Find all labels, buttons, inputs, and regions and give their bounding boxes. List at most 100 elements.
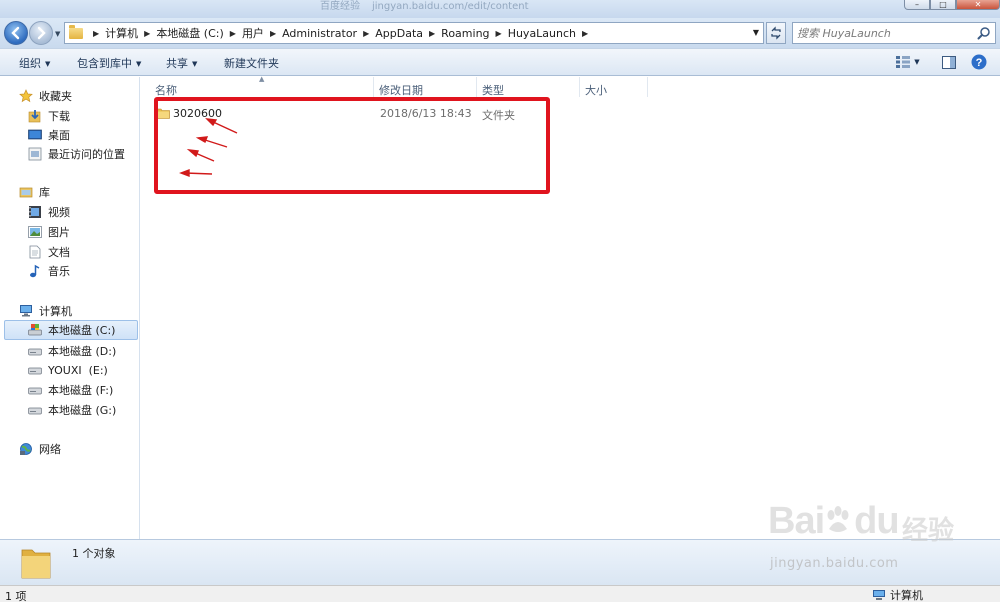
folder-icon	[69, 24, 83, 39]
nav-item-music[interactable]: 音乐	[28, 261, 70, 281]
breadcrumb-chevron-icon[interactable]: ▶	[576, 29, 594, 38]
chevron-down-icon: ▼	[136, 60, 142, 68]
nav-item-drive-e[interactable]: YOUXI (E:)	[28, 360, 108, 380]
address-bar[interactable]: ▶ 计算机 ▶ 本地磁盘 (C:) ▶ 用户 ▶ Administrator ▶…	[64, 22, 764, 44]
breadcrumb-chevron-icon[interactable]: ▶	[490, 29, 508, 38]
breadcrumb-chevron-icon[interactable]: ▶	[224, 29, 242, 38]
column-header-size[interactable]: 大小	[585, 82, 607, 98]
close-button[interactable]: ✕	[956, 0, 1000, 10]
navigation-pane: 收藏夹 下载 桌面 最近访问的位置 库 视频 图片 文档 音乐 计算机 本地磁盘…	[0, 77, 140, 539]
nav-favorites-label: 收藏夹	[39, 90, 72, 103]
breadcrumb-chevron-icon[interactable]: ▶	[87, 29, 105, 38]
chevron-down-icon: ▼	[192, 60, 198, 68]
column-divider[interactable]	[579, 77, 580, 97]
nav-item-drive-c-label: 本地磁盘 (C:)	[48, 324, 116, 337]
chevron-down-icon: ▼	[914, 58, 920, 66]
column-header-modified[interactable]: 修改日期	[379, 82, 423, 98]
nav-computer[interactable]: 计算机	[19, 301, 72, 321]
nav-item-documents[interactable]: 文档	[28, 242, 70, 262]
video-icon	[28, 205, 42, 219]
status-location-label: 计算机	[890, 589, 923, 602]
breadcrumb-item-users[interactable]: 用户	[242, 25, 264, 41]
breadcrumb-item-appdata[interactable]: AppData	[375, 27, 423, 40]
address-history-dropdown[interactable]: ▼	[753, 28, 759, 37]
background-window-ghost: 百度经验 jingyan.baidu.com/edit/content	[0, 0, 1000, 18]
hard-drive-icon	[28, 344, 42, 358]
nav-item-recent-places[interactable]: 最近访问的位置	[28, 144, 125, 164]
nav-item-drive-d-label: 本地磁盘 (D:)	[48, 345, 117, 358]
nav-item-drive-d[interactable]: 本地磁盘 (D:)	[28, 341, 116, 361]
change-view-button[interactable]: ▼	[893, 54, 923, 70]
breadcrumb-item-huyalaunch[interactable]: HuyaLaunch	[508, 27, 576, 40]
help-icon: ?	[971, 54, 987, 70]
help-button[interactable]: ?	[970, 54, 988, 70]
pictures-icon	[28, 225, 42, 239]
nav-item-drive-g[interactable]: 本地磁盘 (G:)	[28, 400, 116, 420]
downloads-icon	[28, 109, 42, 123]
system-drive-icon	[28, 323, 42, 337]
minimize-button[interactable]: –	[904, 0, 930, 10]
nav-item-desktop[interactable]: 桌面	[28, 125, 70, 145]
file-list-area: ▲ 名称 修改日期 类型 大小 3020600 2018/6/13 18:43 …	[141, 75, 1000, 539]
breadcrumb-item-c-drive[interactable]: 本地磁盘 (C:)	[156, 25, 223, 41]
new-folder-button[interactable]: 新建文件夹	[224, 55, 279, 71]
refresh-icon	[771, 26, 781, 40]
nav-item-downloads-label: 下载	[48, 110, 70, 123]
window-controls: – □ ✕	[904, 0, 1000, 10]
search-box[interactable]	[792, 22, 996, 44]
breadcrumb-chevron-icon[interactable]: ▶	[138, 29, 156, 38]
nav-item-drive-f[interactable]: 本地磁盘 (F:)	[28, 380, 113, 400]
documents-icon	[28, 245, 42, 259]
svg-text:?: ?	[976, 57, 983, 69]
nav-network[interactable]: 网络	[19, 439, 61, 459]
breadcrumb-chevron-icon[interactable]: ▶	[264, 29, 282, 38]
include-in-library-button[interactable]: 包含到库中 ▼	[77, 55, 141, 71]
organize-label: 组织	[19, 57, 41, 70]
details-pane: 1 个对象	[0, 539, 1000, 585]
refresh-button[interactable]	[766, 22, 786, 44]
recent-places-icon	[28, 147, 42, 161]
window-titlebar: 百度经验 jingyan.baidu.com/edit/content – □ …	[0, 0, 1000, 18]
nav-item-pictures-label: 图片	[48, 226, 70, 239]
status-bar: 1 项 计算机	[0, 585, 1000, 602]
folder-icon	[21, 549, 51, 579]
nav-item-drive-f-label: 本地磁盘 (F:)	[48, 384, 114, 397]
search-icon[interactable]	[977, 26, 991, 40]
nav-favorites[interactable]: 收藏夹	[19, 86, 72, 106]
nav-item-drive-c[interactable]: 本地磁盘 (C:)	[4, 320, 138, 340]
computer-icon	[873, 589, 885, 600]
breadcrumb-item-administrator[interactable]: Administrator	[282, 27, 357, 40]
desktop-icon	[28, 128, 42, 142]
nav-libraries[interactable]: 库	[19, 182, 50, 202]
breadcrumb-item-computer[interactable]: 计算机	[105, 25, 138, 41]
column-header-name[interactable]: 名称	[155, 82, 177, 98]
ghost-url: jingyan.baidu.com/edit/content	[372, 1, 529, 12]
organize-menu-button[interactable]: 组织 ▼	[19, 55, 50, 71]
recent-pages-dropdown[interactable]: ▼	[55, 30, 60, 38]
ghost-tab-title: 百度经验	[320, 1, 360, 12]
breadcrumb: ▶ 计算机 ▶ 本地磁盘 (C:) ▶ 用户 ▶ Administrator ▶…	[87, 23, 594, 43]
breadcrumb-item-roaming[interactable]: Roaming	[441, 27, 489, 40]
column-divider[interactable]	[373, 77, 374, 97]
maximize-button[interactable]: □	[930, 0, 956, 10]
nav-item-pictures[interactable]: 图片	[28, 222, 70, 242]
breadcrumb-chevron-icon[interactable]: ▶	[423, 29, 441, 38]
nav-item-videos[interactable]: 视频	[28, 202, 70, 222]
column-header-type[interactable]: 类型	[482, 82, 504, 98]
status-location: 计算机	[872, 587, 923, 602]
column-divider[interactable]	[647, 77, 648, 97]
breadcrumb-chevron-icon[interactable]: ▶	[357, 29, 375, 38]
nav-item-drive-g-label: 本地磁盘 (G:)	[48, 404, 117, 417]
column-header-row: ▲ 名称 修改日期 类型 大小	[141, 75, 1000, 99]
column-divider[interactable]	[476, 77, 477, 97]
forward-button[interactable]	[29, 21, 53, 45]
preview-pane-button[interactable]	[940, 54, 958, 70]
search-input[interactable]	[797, 24, 972, 42]
share-button[interactable]: 共享 ▼	[166, 55, 197, 71]
nav-item-documents-label: 文档	[48, 246, 70, 259]
back-button[interactable]	[4, 21, 28, 45]
share-label: 共享	[166, 57, 188, 70]
chevron-down-icon: ▼	[45, 60, 51, 68]
nav-item-downloads[interactable]: 下载	[28, 106, 70, 126]
hard-drive-icon	[28, 363, 42, 377]
